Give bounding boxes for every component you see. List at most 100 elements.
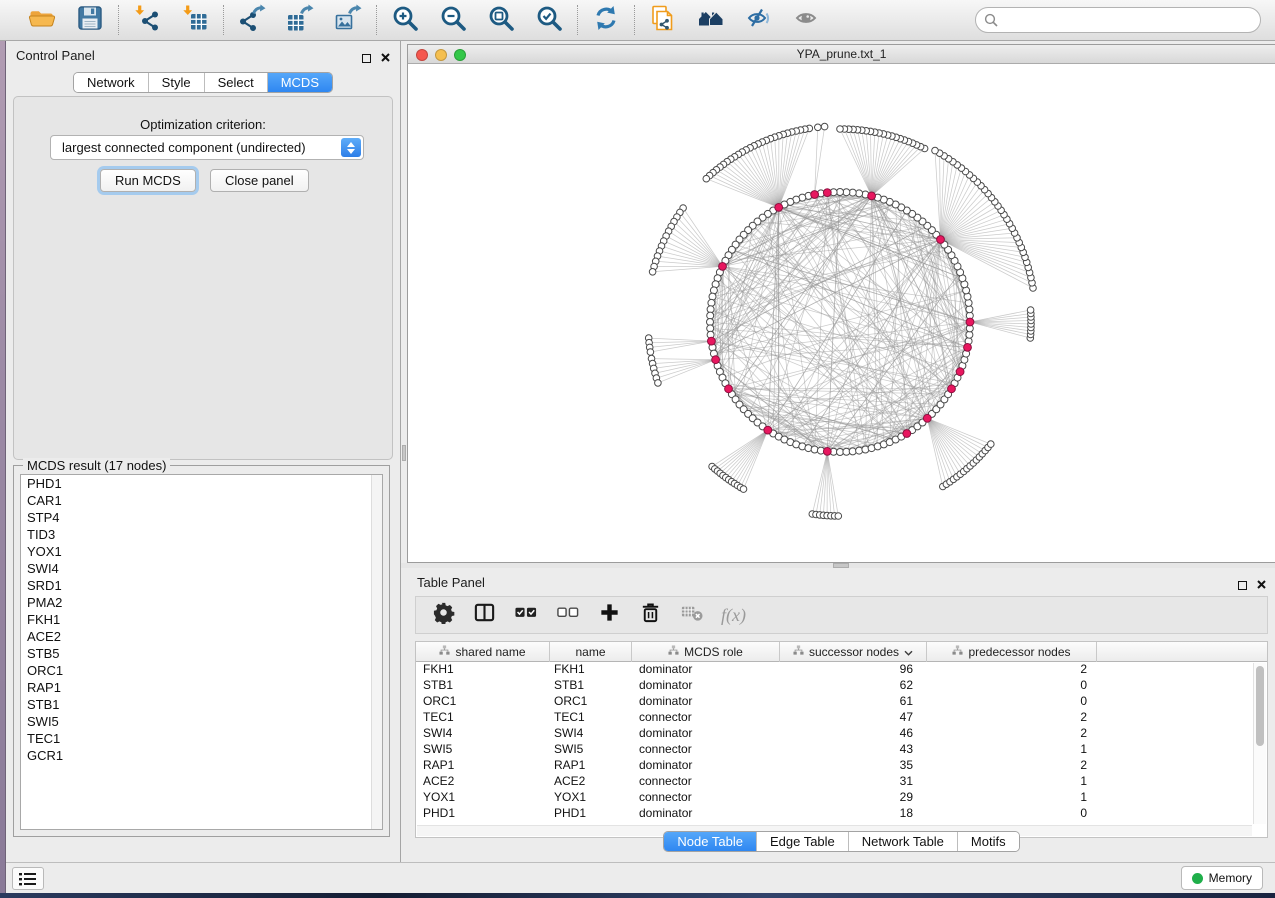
table-cell[interactable]: TEC1 xyxy=(416,710,550,726)
table-cell[interactable]: ORC1 xyxy=(416,694,550,710)
table-row[interactable]: ORC1ORC1dominator610 xyxy=(416,694,1252,710)
graph-node[interactable] xyxy=(932,147,939,154)
hide-selected-button[interactable] xyxy=(743,4,775,36)
table-cell[interactable]: dominator xyxy=(632,726,780,742)
column-header-name[interactable]: name xyxy=(550,642,632,662)
table-cell[interactable]: PHD1 xyxy=(550,806,632,822)
mcds-result-item[interactable]: GCR1 xyxy=(21,747,382,764)
graph-node[interactable] xyxy=(649,269,656,276)
table-cell[interactable]: 1 xyxy=(927,774,1097,790)
mcds-result-item[interactable]: ACE2 xyxy=(21,628,382,645)
table-row[interactable]: SWI4SWI4dominator462 xyxy=(416,726,1252,742)
graph-node[interactable] xyxy=(856,190,863,197)
table-cell[interactable]: 29 xyxy=(780,790,927,806)
maximize-window-icon[interactable] xyxy=(454,49,466,61)
graph-mcds-node[interactable] xyxy=(823,189,831,197)
graph-node[interactable] xyxy=(837,126,844,133)
table-cell[interactable]: 1 xyxy=(927,790,1097,806)
tab-style[interactable]: Style xyxy=(149,73,205,92)
mcds-result-item[interactable]: STB1 xyxy=(21,696,382,713)
table-cell[interactable]: 0 xyxy=(927,678,1097,694)
deselect-all-rows-button[interactable] xyxy=(556,601,580,629)
tab-network[interactable]: Network xyxy=(74,73,149,92)
table-cell[interactable]: dominator xyxy=(632,806,780,822)
mcds-result-item[interactable]: YOX1 xyxy=(21,543,382,560)
table-cell[interactable]: 0 xyxy=(927,694,1097,710)
graph-node[interactable] xyxy=(835,513,842,520)
table-cell[interactable]: connector xyxy=(632,710,780,726)
close-panel-icon[interactable] xyxy=(381,49,390,67)
graph-node[interactable] xyxy=(709,293,716,300)
tab-edge-table[interactable]: Edge Table xyxy=(757,832,849,851)
float-panel-icon[interactable] xyxy=(362,54,371,63)
table-cell[interactable]: dominator xyxy=(632,694,780,710)
table-cell[interactable]: SWI5 xyxy=(550,742,632,758)
mcds-result-list[interactable]: PHD1CAR1STP4TID3YOX1SWI4SRD1PMA2FKH1ACE2… xyxy=(20,474,383,830)
search-input[interactable] xyxy=(975,7,1261,33)
graph-node[interactable] xyxy=(708,299,715,306)
graph-mcds-node[interactable] xyxy=(811,191,819,199)
graph-mcds-node[interactable] xyxy=(966,318,974,326)
toggle-panel-mode-button[interactable] xyxy=(473,601,496,629)
table-cell[interactable]: 43 xyxy=(780,742,927,758)
save-session-button[interactable] xyxy=(74,4,106,36)
table-cell[interactable]: 2 xyxy=(927,758,1097,774)
tab-motifs[interactable]: Motifs xyxy=(958,832,1019,851)
table-cell[interactable]: 2 xyxy=(927,726,1097,742)
share-document-button[interactable] xyxy=(647,4,679,36)
table-row[interactable]: SWI5SWI5connector431 xyxy=(416,742,1252,758)
zoom-in-button[interactable] xyxy=(389,4,421,36)
zoom-selected-button[interactable] xyxy=(533,4,565,36)
graph-node[interactable] xyxy=(815,124,822,131)
graph-mcds-node[interactable] xyxy=(964,344,972,352)
graph-mcds-node[interactable] xyxy=(868,192,876,200)
table-cell[interactable]: FKH1 xyxy=(416,662,550,678)
float-panel-icon[interactable] xyxy=(1238,581,1247,590)
graph-mcds-node[interactable] xyxy=(764,426,772,434)
graph-node[interactable] xyxy=(740,486,747,493)
close-panel-button[interactable]: Close panel xyxy=(210,169,309,192)
table-cell[interactable]: dominator xyxy=(632,758,780,774)
select-all-rows-button[interactable] xyxy=(514,601,538,629)
table-cell[interactable]: PHD1 xyxy=(416,806,550,822)
table-row[interactable]: ACE2ACE2connector311 xyxy=(416,774,1252,790)
table-cell[interactable]: 0 xyxy=(927,806,1097,822)
table-cell[interactable]: 96 xyxy=(780,662,927,678)
table-row[interactable]: FKH1FKH1dominator962 xyxy=(416,662,1252,678)
table-cell[interactable]: ACE2 xyxy=(550,774,632,790)
mcds-result-item[interactable]: TID3 xyxy=(21,526,382,543)
mcds-result-item[interactable]: RAP1 xyxy=(21,679,382,696)
graph-node[interactable] xyxy=(647,349,654,356)
graph-node[interactable] xyxy=(703,175,710,182)
close-window-icon[interactable] xyxy=(416,49,428,61)
table-cell[interactable]: 2 xyxy=(927,710,1097,726)
graph-node[interactable] xyxy=(965,299,972,306)
graph-node[interactable] xyxy=(1027,307,1034,314)
scrollbar-thumb[interactable] xyxy=(1256,666,1264,746)
run-mcds-button[interactable]: Run MCDS xyxy=(100,169,196,192)
table-cell[interactable]: 62 xyxy=(780,678,927,694)
table-row[interactable]: STB1STB1dominator620 xyxy=(416,678,1252,694)
graph-mcds-node[interactable] xyxy=(823,448,831,456)
table-cell[interactable]: YOX1 xyxy=(416,790,550,806)
table-cell[interactable]: 2 xyxy=(927,662,1097,678)
graph-node[interactable] xyxy=(849,448,856,455)
tab-select[interactable]: Select xyxy=(205,73,268,92)
tab-node-table[interactable]: Node Table xyxy=(664,832,757,851)
column-header-successor-nodes[interactable]: successor nodes xyxy=(780,642,927,662)
table-cell[interactable]: 31 xyxy=(780,774,927,790)
export-image-button[interactable] xyxy=(332,4,364,36)
network-canvas[interactable] xyxy=(408,64,1275,562)
table-row[interactable]: RAP1RAP1dominator352 xyxy=(416,758,1252,774)
mcds-list-scrollbar[interactable] xyxy=(371,475,382,829)
graph-mcds-node[interactable] xyxy=(937,236,945,244)
mcds-result-item[interactable]: SWI5 xyxy=(21,713,382,730)
graph-mcds-node[interactable] xyxy=(948,385,956,393)
table-cell[interactable]: SWI5 xyxy=(416,742,550,758)
table-cell[interactable]: RAP1 xyxy=(416,758,550,774)
table-cell[interactable]: 46 xyxy=(780,726,927,742)
first-neighbors-button[interactable] xyxy=(695,4,727,36)
close-panel-icon[interactable] xyxy=(1257,576,1266,594)
tab-network-table[interactable]: Network Table xyxy=(849,832,958,851)
show-all-button[interactable] xyxy=(791,4,823,36)
